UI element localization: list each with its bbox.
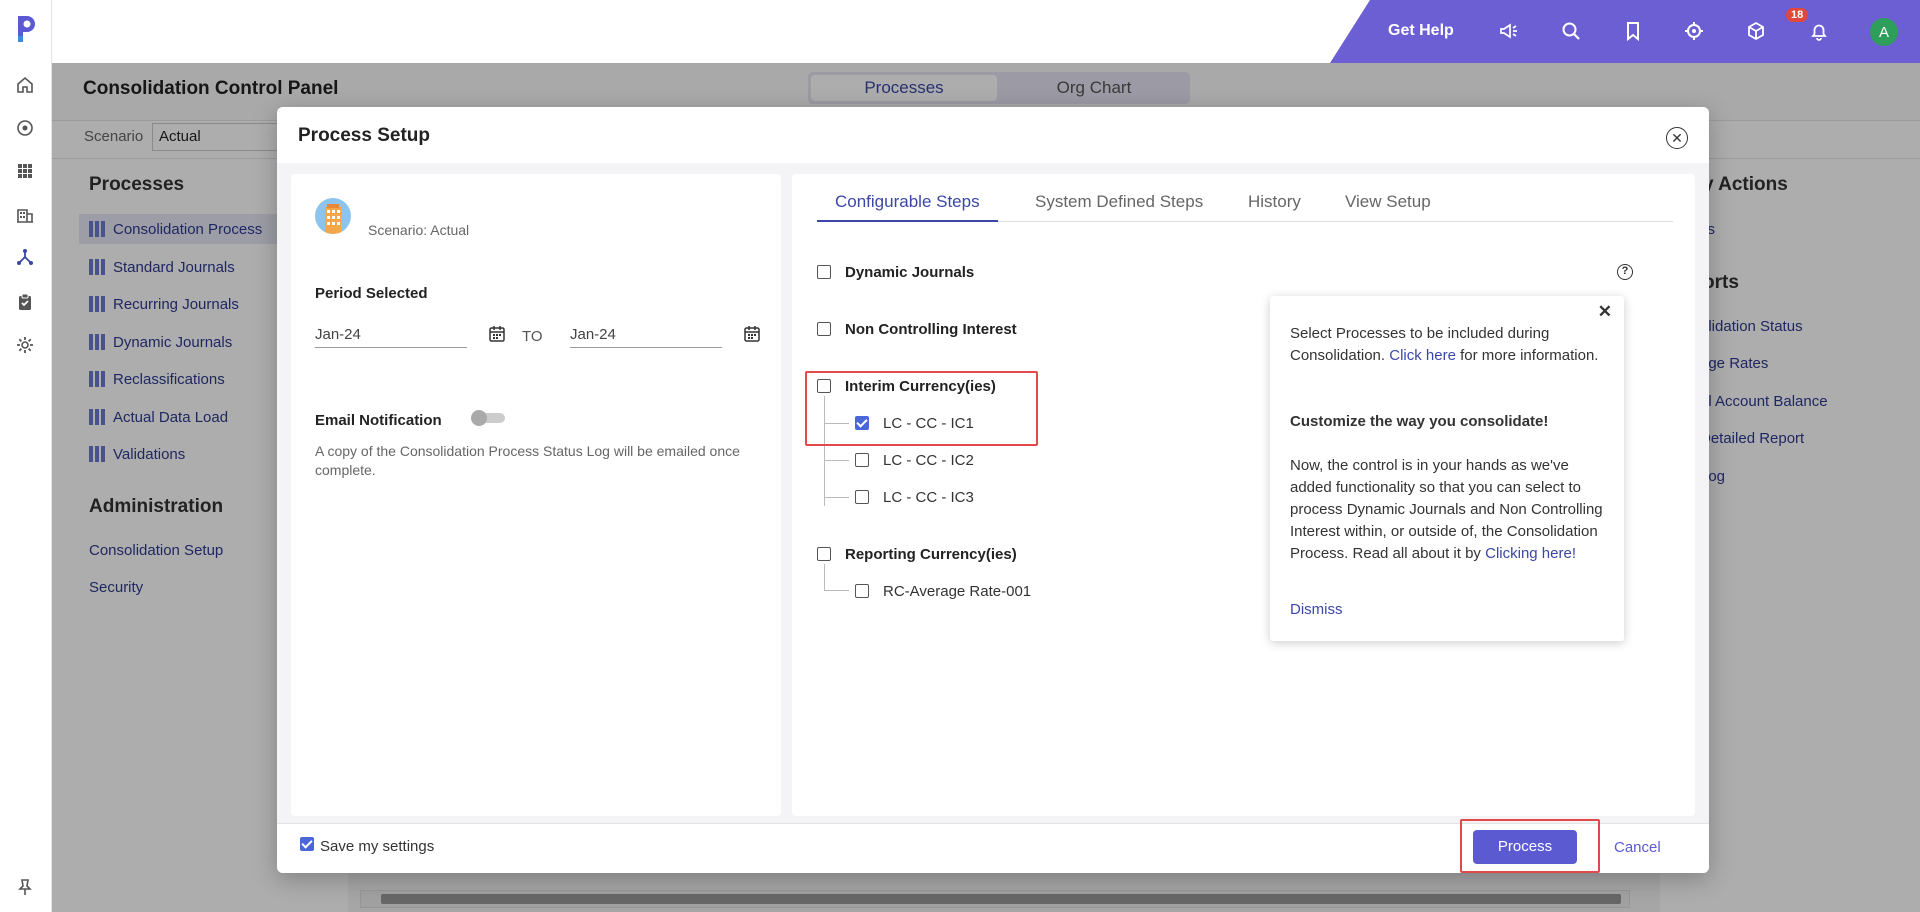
reporting-currency-checkbox[interactable] [817,547,831,561]
scenario-building-icon [315,198,351,234]
click-here-link[interactable]: Click here [1389,347,1456,364]
ic3-label: LC - CC - IC3 [883,489,974,506]
period-settings-card: Scenario: Actual Period Selected Jan-24 … [291,174,781,816]
highlight-box [805,371,1038,446]
avatar[interactable]: A [1870,18,1898,46]
get-help-link[interactable]: Get Help [1388,22,1454,40]
grid-icon[interactable] [13,159,37,183]
process-button[interactable]: Process [1473,830,1577,864]
popover-body: Now, the control is in your hands as we'… [1290,455,1610,565]
modal-title: Process Setup [298,125,430,146]
close-icon[interactable]: ✕ [1666,127,1688,149]
hierarchy-icon[interactable] [13,246,37,270]
notification-badge: 18 [1786,8,1809,22]
tab-system-defined-steps[interactable]: System Defined Steps [1035,192,1203,222]
tree-connector [824,564,825,591]
help-icon[interactable]: ? [1617,264,1633,280]
steps-tabs: Configurable Steps System Defined Steps … [817,192,1673,222]
building-icon[interactable] [13,203,37,227]
bell-icon[interactable] [1806,18,1832,44]
popover-heading: Customize the way you consolidate! [1290,413,1549,430]
popover-dismiss: Dismiss [1290,599,1610,621]
email-notification-description: A copy of the Consolidation Process Stat… [315,443,740,478]
save-settings-checkbox[interactable] [300,837,314,851]
clipboard-check-icon[interactable] [13,290,37,314]
tree-connector [824,460,849,461]
consolidation-info-popover: ✕ Select Processes to be included during… [1270,296,1624,641]
bookmark-icon[interactable] [1620,18,1646,44]
reporting-currency-label: Reporting Currency(ies) [845,546,1017,563]
search-icon[interactable] [1558,18,1584,44]
dismiss-link[interactable]: Dismiss [1290,601,1343,618]
popover-intro-text: for more information. [1455,347,1599,364]
gear-icon[interactable] [13,333,37,357]
non-controlling-interest-checkbox[interactable] [817,322,831,336]
tab-history[interactable]: History [1248,192,1301,222]
tab-view-setup[interactable]: View Setup [1345,192,1431,222]
cube-icon[interactable] [1743,18,1769,44]
target-icon[interactable] [13,116,37,140]
close-icon[interactable]: ✕ [1598,302,1612,322]
dynamic-journals-label: Dynamic Journals [845,264,975,281]
non-controlling-interest-label: Non Controlling Interest [845,321,1017,338]
popover-intro: Select Processes to be included during C… [1290,323,1610,367]
rc-average-rate-checkbox[interactable] [855,584,869,598]
period-selected-label: Period Selected [315,285,428,302]
tree-connector [824,497,849,498]
pin-icon[interactable] [13,875,37,899]
save-settings-label: Save my settings [320,838,435,855]
app-logo[interactable] [14,14,38,44]
ic3-checkbox[interactable] [855,490,869,504]
crosshair-icon[interactable] [1681,18,1707,44]
calendar-icon[interactable] [742,324,762,344]
cancel-button[interactable]: Cancel [1614,839,1661,856]
announcement-icon[interactable] [1496,18,1522,44]
to-label: TO [522,328,543,345]
period-from-field[interactable]: Jan-24 [315,322,467,348]
ic2-label: LC - CC - IC2 [883,452,974,469]
dynamic-journals-checkbox[interactable] [817,265,831,279]
scenario-text: Scenario: Actual [368,222,470,238]
modal-header: Process Setup ✕ [277,107,1709,163]
left-nav-rail [0,0,52,912]
email-notification-toggle[interactable] [471,410,505,426]
tree-connector [824,590,849,591]
calendar-icon[interactable] [487,324,507,344]
tab-configurable-steps[interactable]: Configurable Steps [817,192,998,222]
email-notification-label: Email Notification [315,412,442,429]
toggle-knob [471,410,487,426]
home-icon[interactable] [13,73,37,97]
clicking-here-link[interactable]: Clicking here! [1485,545,1576,562]
period-to-field[interactable]: Jan-24 [570,322,722,348]
ic2-checkbox[interactable] [855,453,869,467]
rc-average-rate-label: RC-Average Rate-001 [883,583,1032,600]
